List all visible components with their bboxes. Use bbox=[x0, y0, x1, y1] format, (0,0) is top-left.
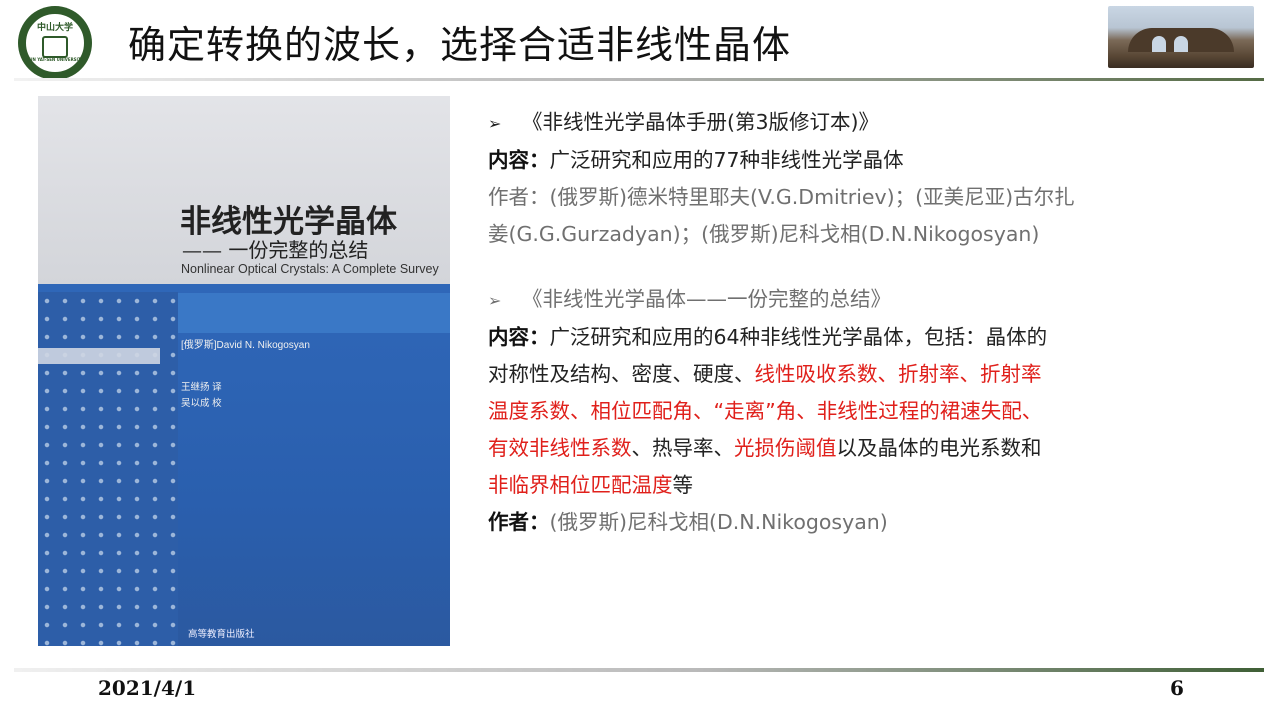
campus-gate-photo bbox=[1108, 6, 1254, 68]
entry-2-content-line-4: 有效非线性系数、热导率、光损伤阈值以及晶体的电光系数和 bbox=[488, 430, 1238, 467]
gate-arch-left bbox=[1152, 36, 1166, 52]
cover-credits: 王继扬 译 吴以成 校 bbox=[181, 380, 222, 412]
entry-1-content: 广泛研究和应用的77种非线性光学晶体 bbox=[549, 148, 904, 172]
gate-arch-right bbox=[1174, 36, 1188, 52]
entry-2-content-part2: 对称性及结构、密度、硬度、 bbox=[488, 362, 755, 386]
content-label: 内容： bbox=[488, 148, 550, 172]
entry-2-highlight-3: 光损伤阈值 bbox=[734, 436, 837, 460]
entry-1-author-line-1: 作者：(俄罗斯)德米特里耶夫(V.G.Dmitriev)；(亚美尼亚)古尔扎 bbox=[488, 179, 1238, 216]
entry-2-content-line-5: 非临界相位匹配温度等 bbox=[488, 467, 1238, 504]
footer-date: 2021/4/1 bbox=[98, 676, 197, 700]
entry-1-author-part1: (俄罗斯)德米特里耶夫(V.G.Dmitriev)；(亚美尼亚)古尔扎 bbox=[549, 185, 1075, 209]
entry-1-book-title: 《非线性光学晶体手册(第3版修订本)》 bbox=[522, 110, 880, 134]
university-logo: 中山大学 SUN YAT-SEN UNIVERSITY bbox=[18, 6, 92, 80]
entry-2-book-title: 《非线性光学晶体——一份完整的总结》 bbox=[522, 287, 891, 311]
page-number: 6 bbox=[1170, 676, 1184, 700]
entry-2-content-line-3: 温度系数、相位匹配角、“走离”角、非线性过程的裙速失配、 bbox=[488, 399, 1043, 423]
book-cover-image: 非线性光学晶体 —— 一份完整的总结 Nonlinear Optical Cry… bbox=[38, 96, 450, 646]
logo-text-bottom: SUN YAT-SEN UNIVERSITY bbox=[26, 56, 84, 62]
content-label: 内容： bbox=[488, 325, 550, 349]
cover-publisher: 高等教育出版社 bbox=[188, 629, 255, 640]
entry-2-content-part4: 以及晶体的电光系数和 bbox=[836, 436, 1042, 460]
cover-title-en: Nonlinear Optical Crystals: A Complete S… bbox=[181, 262, 439, 276]
entry-2-author: (俄罗斯)尼科戈相(D.N.Nikogosyan) bbox=[549, 510, 888, 534]
entry-2-highlight-1: 线性吸收系数、折射率、折射率 bbox=[754, 362, 1042, 386]
author-label: 作者： bbox=[488, 510, 550, 534]
entry-2-title-line: ➢ 《非线性光学晶体——一份完整的总结》 bbox=[488, 281, 1238, 319]
cover-dot-pattern bbox=[38, 292, 178, 646]
logo-emblem: 中山大学 SUN YAT-SEN UNIVERSITY bbox=[24, 12, 86, 74]
cover-subtitle-cn: —— 一份完整的总结 bbox=[182, 238, 369, 262]
entry-1-title-line: ➢ 《非线性光学晶体手册(第3版修订本)》 bbox=[488, 104, 1238, 142]
cover-light-bar bbox=[38, 348, 160, 364]
entry-2-content-line-2: 对称性及结构、密度、硬度、线性吸收系数、折射率、折射率 bbox=[488, 356, 1238, 393]
author-label: 作者： bbox=[488, 185, 550, 209]
entry-2-highlight-4: 非临界相位匹配温度 bbox=[488, 473, 673, 497]
entry-2-content-part1: 广泛研究和应用的64种非线性光学晶体，包括：晶体的 bbox=[549, 325, 1048, 349]
entry-1-content-line: 内容：广泛研究和应用的77种非线性光学晶体 bbox=[488, 142, 1238, 179]
entry-2-highlight-2: 有效非线性系数 bbox=[488, 436, 632, 460]
logo-text-top: 中山大学 bbox=[36, 22, 73, 33]
slide-title: 确定转换的波长，选择合适非线性晶体 bbox=[128, 23, 792, 67]
cover-author: [俄罗斯]David N. Nikogosyan bbox=[181, 340, 310, 351]
footer-divider bbox=[14, 668, 1264, 672]
entry-2-content-line-1: 内容：广泛研究和应用的64种非线性光学晶体，包括：晶体的 bbox=[488, 319, 1238, 356]
cover-translator: 王继扬 译 bbox=[181, 382, 222, 393]
cover-proofreader: 吴以成 校 bbox=[181, 398, 222, 409]
entry-2-author-line: 作者：(俄罗斯)尼科戈相(D.N.Nikogosyan) bbox=[488, 504, 1238, 541]
book-list: ➢ 《非线性光学晶体手册(第3版修订本)》 内容：广泛研究和应用的77种非线性光学… bbox=[488, 104, 1238, 541]
arrow-bullet-icon: ➢ bbox=[488, 114, 502, 133]
entry-1-author-line-2: 姜(G.G.Gurzadyan)；(俄罗斯)尼科戈相(D.N.Nikogosya… bbox=[488, 222, 1040, 246]
header-divider bbox=[14, 78, 1264, 81]
entry-2-content-part5: 等 bbox=[672, 473, 694, 497]
entry-2-content-part3: 、热导率、 bbox=[631, 436, 735, 460]
arrow-bullet-icon: ➢ bbox=[488, 291, 502, 310]
logo-mark-icon bbox=[42, 35, 68, 58]
